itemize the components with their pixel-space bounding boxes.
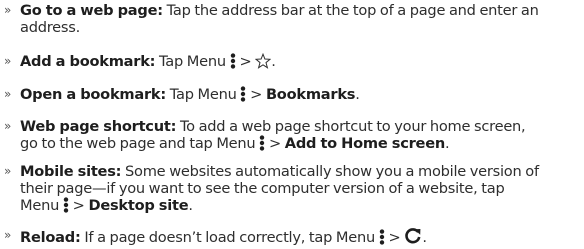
- item-text: Tap Menu: [169, 86, 237, 103]
- item-end: .: [422, 229, 427, 246]
- item-text-cont: go to the web page and tap Menu: [20, 135, 256, 152]
- item-text-cont: their page—if you want to see the comput…: [20, 180, 505, 197]
- item-term: Reload:: [20, 229, 81, 246]
- bullet: »: [4, 164, 12, 178]
- item-text: If a page doesn’t load correctly, tap Me…: [84, 229, 375, 246]
- item-text: Tap the address bar at the top of a page…: [166, 2, 539, 19]
- item-text: Tap Menu: [159, 53, 226, 70]
- reload-icon: [404, 227, 422, 249]
- separator: >: [388, 229, 401, 246]
- menu-dots-icon: [230, 53, 236, 73]
- item-term: Open a bookmark:: [20, 86, 166, 103]
- menu-dots-icon: [63, 197, 69, 217]
- bullet: »: [4, 3, 12, 17]
- star-outline-icon: [254, 52, 272, 73]
- menu-target: Add to Home screen: [284, 135, 445, 152]
- separator: >: [250, 86, 263, 103]
- menu-dots-icon: [379, 229, 385, 249]
- item-end: .: [271, 53, 276, 70]
- item-end: .: [444, 135, 450, 152]
- item-term: Mobile sites:: [20, 163, 122, 180]
- item-term: Go to a web page:: [20, 2, 163, 19]
- bullet: »: [4, 87, 12, 101]
- item-term: Web page shortcut:: [20, 118, 177, 135]
- bullet: »: [4, 228, 12, 242]
- separator: >: [72, 197, 85, 214]
- separator: >: [269, 135, 281, 152]
- menu-target: Bookmarks: [265, 86, 356, 103]
- item-text-cont: Menu: [20, 197, 60, 214]
- menu-dots-icon: [240, 86, 246, 106]
- item-text: Some websites automatically show you a m…: [125, 163, 539, 180]
- bullet: »: [4, 119, 12, 133]
- item-text: To add a web page shortcut to your home …: [179, 118, 526, 135]
- bullet: »: [4, 54, 12, 68]
- item-end: .: [188, 197, 193, 214]
- menu-dots-icon: [259, 135, 265, 155]
- separator: >: [239, 53, 252, 70]
- item-text-cont: address.: [20, 19, 80, 36]
- menu-target: Desktop site: [88, 197, 189, 214]
- item-end: .: [355, 86, 360, 103]
- instruction-list: » Go to a web page: Tap the address bar …: [0, 0, 584, 248]
- item-term: Add a bookmark:: [20, 53, 156, 70]
